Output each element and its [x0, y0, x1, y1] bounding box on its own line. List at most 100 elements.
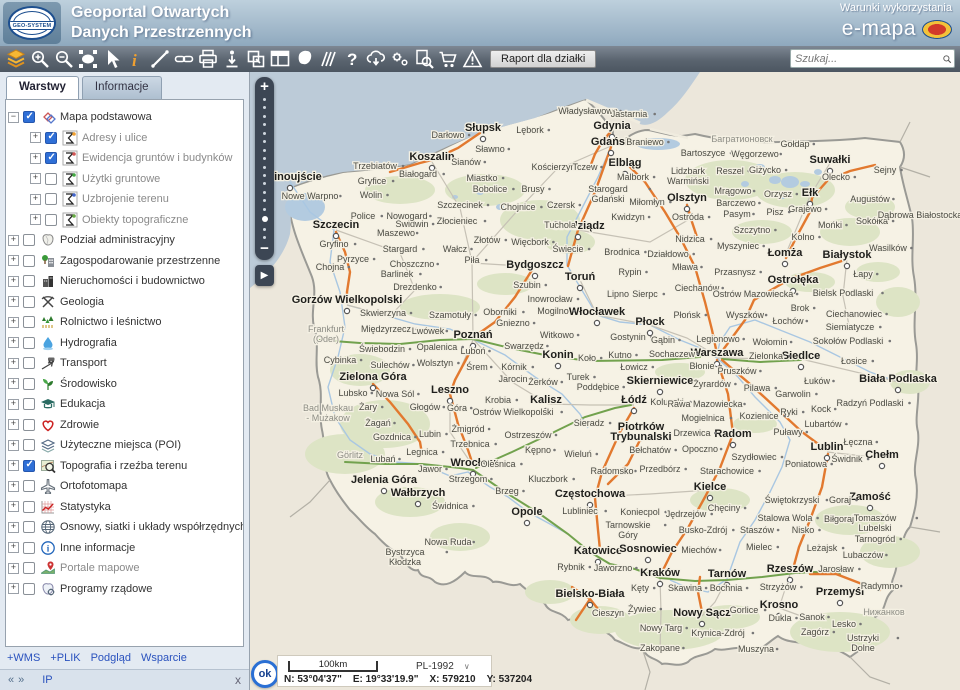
expander-toggle[interactable]: −	[8, 112, 19, 123]
ok-button[interactable]: ok	[251, 660, 279, 688]
zoom-level-dot[interactable]	[263, 182, 266, 185]
layer-label[interactable]: Obiekty topograficzne	[82, 214, 188, 226]
layer-checkbox[interactable]	[45, 173, 57, 185]
expander-toggle[interactable]: +	[8, 440, 19, 451]
zoom-level-dot[interactable]	[263, 236, 266, 239]
print-icon[interactable]	[196, 47, 220, 71]
zoom-level-dot[interactable]	[263, 106, 266, 109]
collapse-panel-arrow[interactable]: ▶	[255, 265, 274, 286]
expander-toggle[interactable]: +	[30, 214, 41, 225]
expander-toggle[interactable]: +	[8, 399, 19, 410]
layer-label[interactable]: Nieruchomości i budownictwo	[60, 275, 205, 287]
region-shape-icon[interactable]	[292, 47, 316, 71]
zoom-level-dot[interactable]	[263, 157, 266, 160]
zoom-in-icon[interactable]	[28, 47, 52, 71]
expander-toggle[interactable]: +	[8, 378, 19, 389]
layer-checkbox[interactable]	[23, 562, 35, 574]
plik-link[interactable]: +PLIK	[50, 652, 80, 664]
layer-checkbox[interactable]	[23, 480, 35, 492]
expander-toggle[interactable]: +	[30, 132, 41, 143]
zoom-out-icon[interactable]	[52, 47, 76, 71]
layer-checkbox[interactable]	[23, 583, 35, 595]
expander-toggle[interactable]: +	[8, 583, 19, 594]
layer-label[interactable]: Portale mapowe	[60, 562, 140, 574]
layer-checkbox[interactable]	[23, 111, 35, 123]
select-area-icon[interactable]	[76, 47, 100, 71]
expander-toggle[interactable]: +	[8, 563, 19, 574]
layer-checkbox[interactable]	[23, 296, 35, 308]
expander-toggle[interactable]: +	[8, 481, 19, 492]
zoom-level-dot[interactable]	[263, 98, 266, 101]
expander-toggle[interactable]: +	[8, 337, 19, 348]
zoom-level-dot[interactable]	[263, 140, 266, 143]
layers-icon[interactable]	[4, 47, 28, 71]
layer-label[interactable]: Programy rządowe	[60, 583, 152, 595]
map-viewport[interactable]: ŚwinoujścieSzczecinKoszalinSłupskGdyniaG…	[250, 72, 960, 690]
zoom-slider[interactable]: + −	[255, 77, 274, 260]
search-input[interactable]	[791, 53, 942, 65]
layer-checkbox[interactable]	[23, 255, 35, 267]
zoom-level-dot[interactable]	[262, 216, 268, 222]
expander-toggle[interactable]: +	[8, 419, 19, 430]
expander-toggle[interactable]: +	[8, 235, 19, 246]
expander-toggle[interactable]: +	[8, 522, 19, 533]
layer-checkbox[interactable]	[23, 398, 35, 410]
expander-toggle[interactable]: +	[8, 255, 19, 266]
zoom-level-dot[interactable]	[263, 191, 266, 194]
layer-label[interactable]: Edukacja	[60, 398, 105, 410]
tab-warstwy[interactable]: Warstwy	[6, 76, 79, 99]
zoom-in-button[interactable]: +	[260, 80, 269, 95]
layer-label[interactable]: Ewidencja gruntów i budynków	[82, 152, 232, 164]
layer-label[interactable]: Geologia	[60, 296, 104, 308]
layer-label[interactable]: Topografia i rzeźba terenu	[60, 460, 187, 472]
layer-label[interactable]: Transport	[60, 357, 107, 369]
layer-label[interactable]: Statystyka	[60, 501, 111, 513]
zoom-level-dot[interactable]	[263, 166, 266, 169]
layer-label[interactable]: Zagospodarowanie przestrzenne	[60, 255, 220, 267]
layer-checkbox[interactable]	[45, 214, 57, 226]
layer-checkbox[interactable]	[23, 501, 35, 513]
layer-label[interactable]: Użyteczne miejsca (POI)	[60, 439, 181, 451]
zoom-level-dot[interactable]	[263, 115, 266, 118]
terms-link[interactable]: Warunki wykorzystania	[840, 2, 952, 14]
layer-checkbox[interactable]	[23, 275, 35, 287]
help-icon[interactable]: ?	[340, 47, 364, 71]
download-point-icon[interactable]	[220, 47, 244, 71]
expander-toggle[interactable]: +	[8, 276, 19, 287]
alert-icon[interactable]	[460, 47, 484, 71]
layer-label[interactable]: Mapa podstawowa	[60, 111, 152, 123]
search-document-icon[interactable]	[412, 47, 436, 71]
geo-system-logo[interactable]: GEO-SYSTEM	[3, 2, 61, 44]
cloud-download-icon[interactable]	[364, 47, 388, 71]
expander-toggle[interactable]: +	[8, 296, 19, 307]
layer-label[interactable]: Ortofotomapa	[60, 480, 127, 492]
layer-label[interactable]: Osnowy, siatki i układy współrzędnych	[60, 521, 244, 533]
zoom-level-dot[interactable]	[263, 149, 266, 152]
zoom-out-button[interactable]: −	[260, 242, 269, 257]
podglad-link[interactable]: Podgląd	[91, 652, 131, 664]
zoom-level-dot[interactable]	[263, 228, 266, 231]
expander-toggle[interactable]: +	[8, 501, 19, 512]
expander-toggle[interactable]: +	[8, 542, 19, 553]
wsparcie-link[interactable]: Wsparcie	[141, 652, 187, 664]
expander-toggle[interactable]: +	[30, 173, 41, 184]
layer-label[interactable]: Środowisko	[60, 378, 117, 390]
layout-icon[interactable]	[268, 47, 292, 71]
layer-checkbox[interactable]	[23, 357, 35, 369]
layer-label[interactable]: Adresy i ulice	[82, 132, 147, 144]
layer-checkbox[interactable]	[23, 521, 35, 533]
measure-line-icon[interactable]	[148, 47, 172, 71]
layer-label[interactable]: Użytki gruntowe	[82, 173, 160, 185]
report-parcel-button[interactable]: Raport dla działki	[490, 50, 596, 68]
close-sidebar-button[interactable]: x	[235, 673, 241, 687]
layer-label[interactable]: Podział administracyjny	[60, 234, 175, 246]
expander-toggle[interactable]: +	[30, 153, 41, 164]
expander-toggle[interactable]: +	[8, 358, 19, 369]
layer-label[interactable]: Inne informacje	[60, 542, 135, 554]
layer-checkbox[interactable]	[23, 419, 35, 431]
ip-link[interactable]: IP	[42, 674, 52, 686]
layer-checkbox[interactable]	[45, 193, 57, 205]
layer-checkbox[interactable]	[45, 132, 57, 144]
layer-label[interactable]: Uzbrojenie terenu	[82, 193, 169, 205]
zoom-level-dot[interactable]	[263, 174, 266, 177]
